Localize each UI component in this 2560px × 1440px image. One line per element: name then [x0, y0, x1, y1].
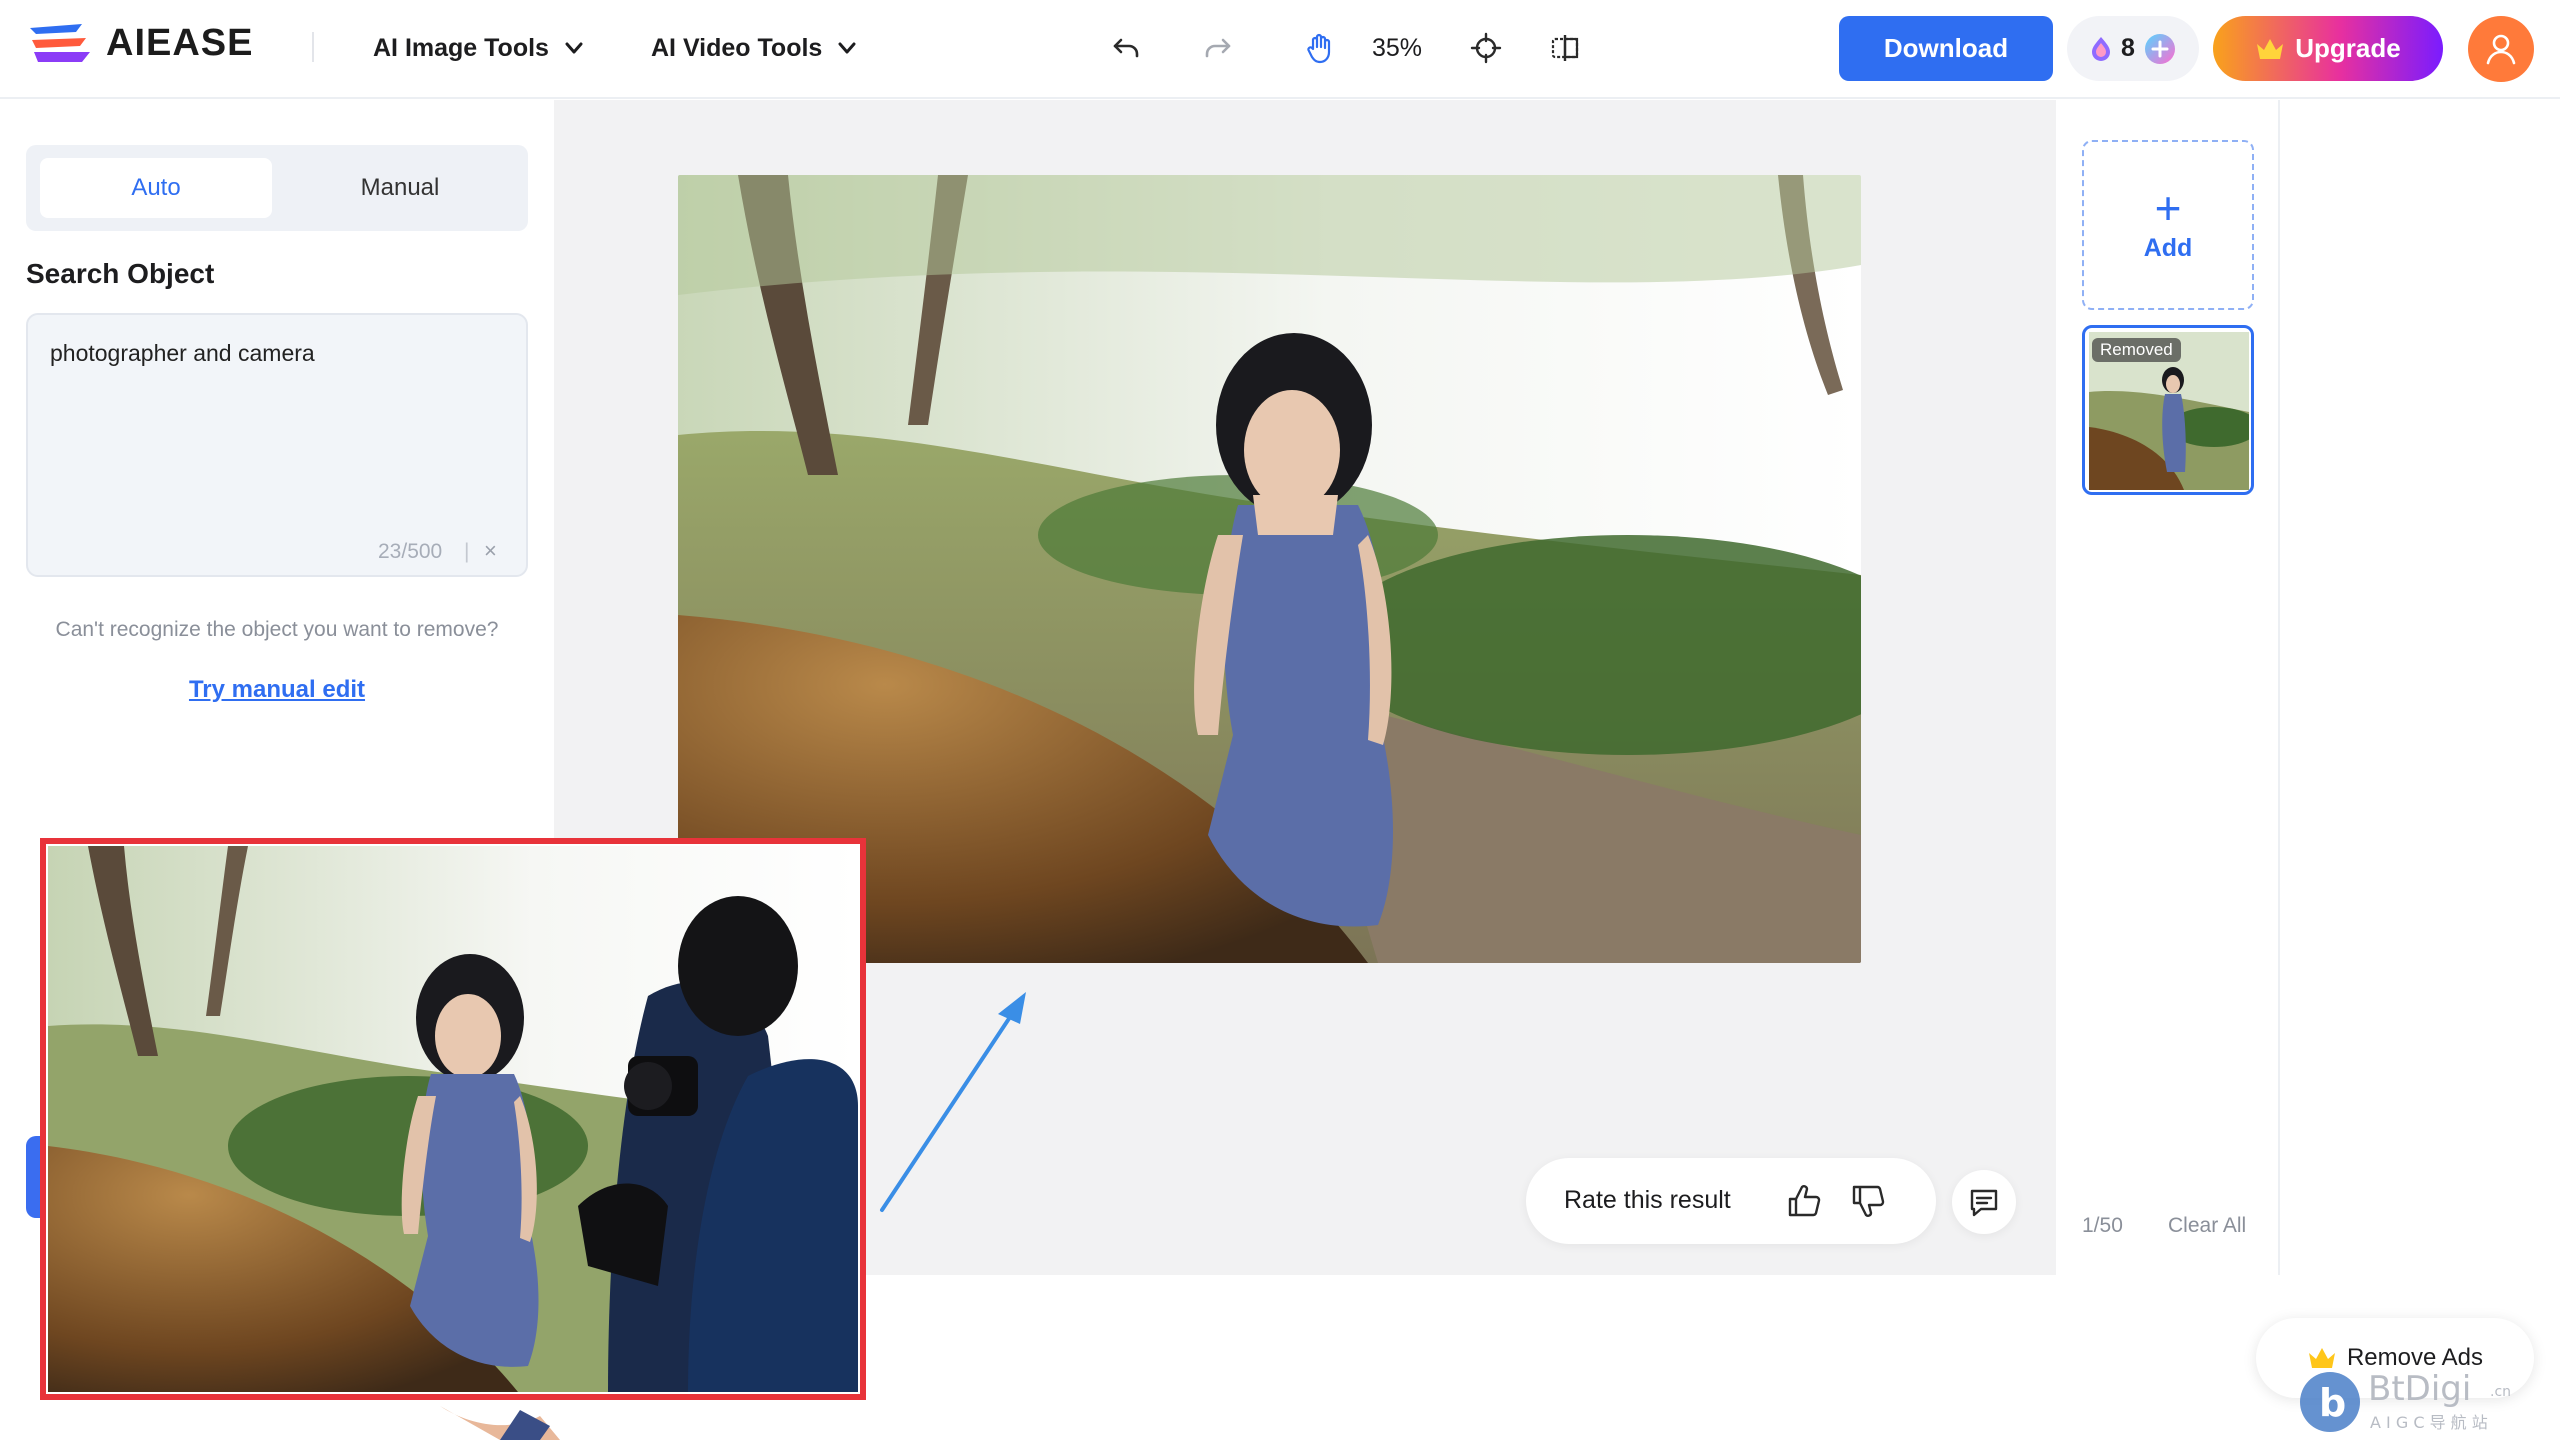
- header-divider: [312, 32, 314, 62]
- original-image: [48, 846, 858, 1392]
- char-count: 23/500: [378, 540, 443, 563]
- tab-auto[interactable]: Auto: [40, 158, 272, 218]
- nav-ai-video-tools[interactable]: AI Video Tools: [651, 28, 858, 68]
- btdigi-watermark: b BtDigi .cn A I G C 导 航 站: [2300, 1369, 2511, 1432]
- upgrade-button[interactable]: Upgrade: [2213, 16, 2443, 81]
- credits-pill[interactable]: 8: [2067, 16, 2199, 81]
- nav-label: AI Video Tools: [651, 33, 823, 62]
- thumbs-down-icon[interactable]: [1848, 1181, 1888, 1221]
- annotation-arrow: [880, 992, 1026, 1212]
- aiease-logo-icon[interactable]: [26, 22, 94, 64]
- count-separator: |: [464, 540, 470, 563]
- removed-badge: Removed: [2092, 338, 2181, 362]
- undo-button[interactable]: [1106, 28, 1146, 68]
- watermark-subtitle: A I G C 导 航 站: [2370, 1413, 2488, 1432]
- watermark-tld: .cn: [2490, 1384, 2511, 1400]
- chevron-down-icon: [838, 42, 856, 54]
- recenter-button[interactable]: [1466, 28, 1506, 68]
- redo-button[interactable]: [1198, 28, 1238, 68]
- hand-pan-icon: [1307, 33, 1331, 64]
- gem-icon: [2092, 36, 2111, 61]
- add-label: Add: [2143, 233, 2193, 262]
- user-icon: [2486, 34, 2516, 65]
- rate-result-label: Rate this result: [1564, 1186, 1731, 1214]
- try-manual-edit-link[interactable]: Try manual edit: [26, 676, 528, 704]
- user-avatar[interactable]: [2468, 16, 2534, 82]
- upgrade-label: Upgrade: [2295, 33, 2401, 63]
- nav-ai-image-tools[interactable]: AI Image Tools: [373, 28, 585, 68]
- add-image-button[interactable]: + Add: [2082, 140, 2254, 310]
- nav-label: AI Image Tools: [373, 33, 549, 62]
- add-credits-icon[interactable]: [2143, 32, 2177, 66]
- clear-search-button[interactable]: ×: [484, 538, 497, 564]
- feedback-button[interactable]: [1952, 1170, 2016, 1234]
- tab-manual[interactable]: Manual: [284, 158, 516, 218]
- chat-icon: [1970, 1189, 1998, 1217]
- undo-icon: [1113, 38, 1139, 58]
- download-button[interactable]: Download: [1839, 16, 2053, 81]
- search-object-value[interactable]: photographer and camera: [50, 340, 315, 367]
- redo-icon: [1205, 38, 1231, 58]
- zoom-level[interactable]: 35%: [1372, 28, 1422, 68]
- thumbs-up-icon[interactable]: [1784, 1181, 1824, 1221]
- svg-text:b: b: [2319, 1381, 2346, 1425]
- watermark-brand: BtDigi: [2368, 1369, 2471, 1409]
- history-count: 1/50: [2082, 1214, 2123, 1237]
- pan-tool-button[interactable]: [1300, 28, 1340, 68]
- credits-count: 8: [2121, 34, 2135, 62]
- compare-split-icon: [1551, 35, 1579, 61]
- crown-icon: [2257, 38, 2284, 59]
- compare-button[interactable]: [1545, 28, 1585, 68]
- hint-text: Can't recognize the object you want to r…: [55, 618, 499, 641]
- clear-all-button[interactable]: Clear All: [2168, 1214, 2246, 1238]
- chevron-down-icon: [565, 42, 583, 54]
- crosshair-icon: [1470, 32, 1502, 64]
- brand-name[interactable]: AIEASE: [106, 20, 253, 66]
- stray-image-fragment: [440, 1406, 560, 1440]
- search-object-title: Search Object: [26, 258, 215, 289]
- plus-icon: +: [2154, 181, 2182, 234]
